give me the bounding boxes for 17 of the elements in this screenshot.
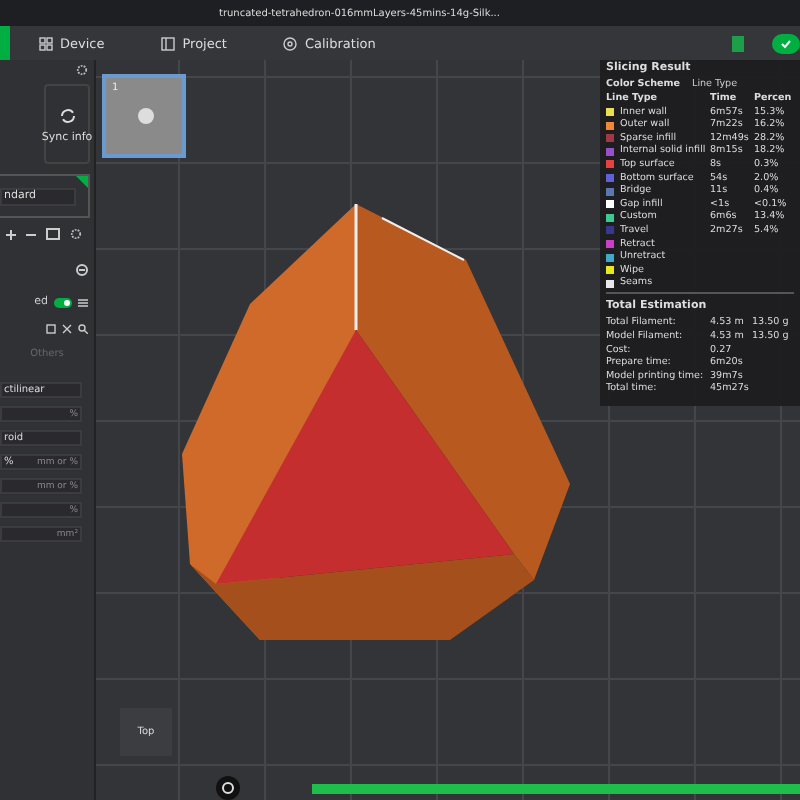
- plus-icon[interactable]: [6, 229, 16, 239]
- sync-icon: [57, 105, 77, 125]
- fit-view-icon[interactable]: [216, 776, 240, 800]
- minus-circle-icon[interactable]: [76, 264, 88, 276]
- toggle-switch[interactable]: [54, 297, 72, 307]
- settings-icon[interactable]: [76, 64, 88, 76]
- search-icon[interactable]: [78, 324, 88, 334]
- settings-icon[interactable]: [70, 228, 82, 240]
- list-icon[interactable]: [78, 297, 88, 307]
- project-icon: [160, 35, 177, 51]
- close-icon[interactable]: [62, 324, 72, 334]
- plate-icon[interactable]: [46, 228, 60, 240]
- save-icon[interactable]: [46, 324, 56, 334]
- target-icon: [282, 35, 299, 51]
- check-button[interactable]: [772, 34, 800, 54]
- model-thumbnail-icon: [138, 108, 154, 124]
- minus-icon[interactable]: [26, 229, 36, 239]
